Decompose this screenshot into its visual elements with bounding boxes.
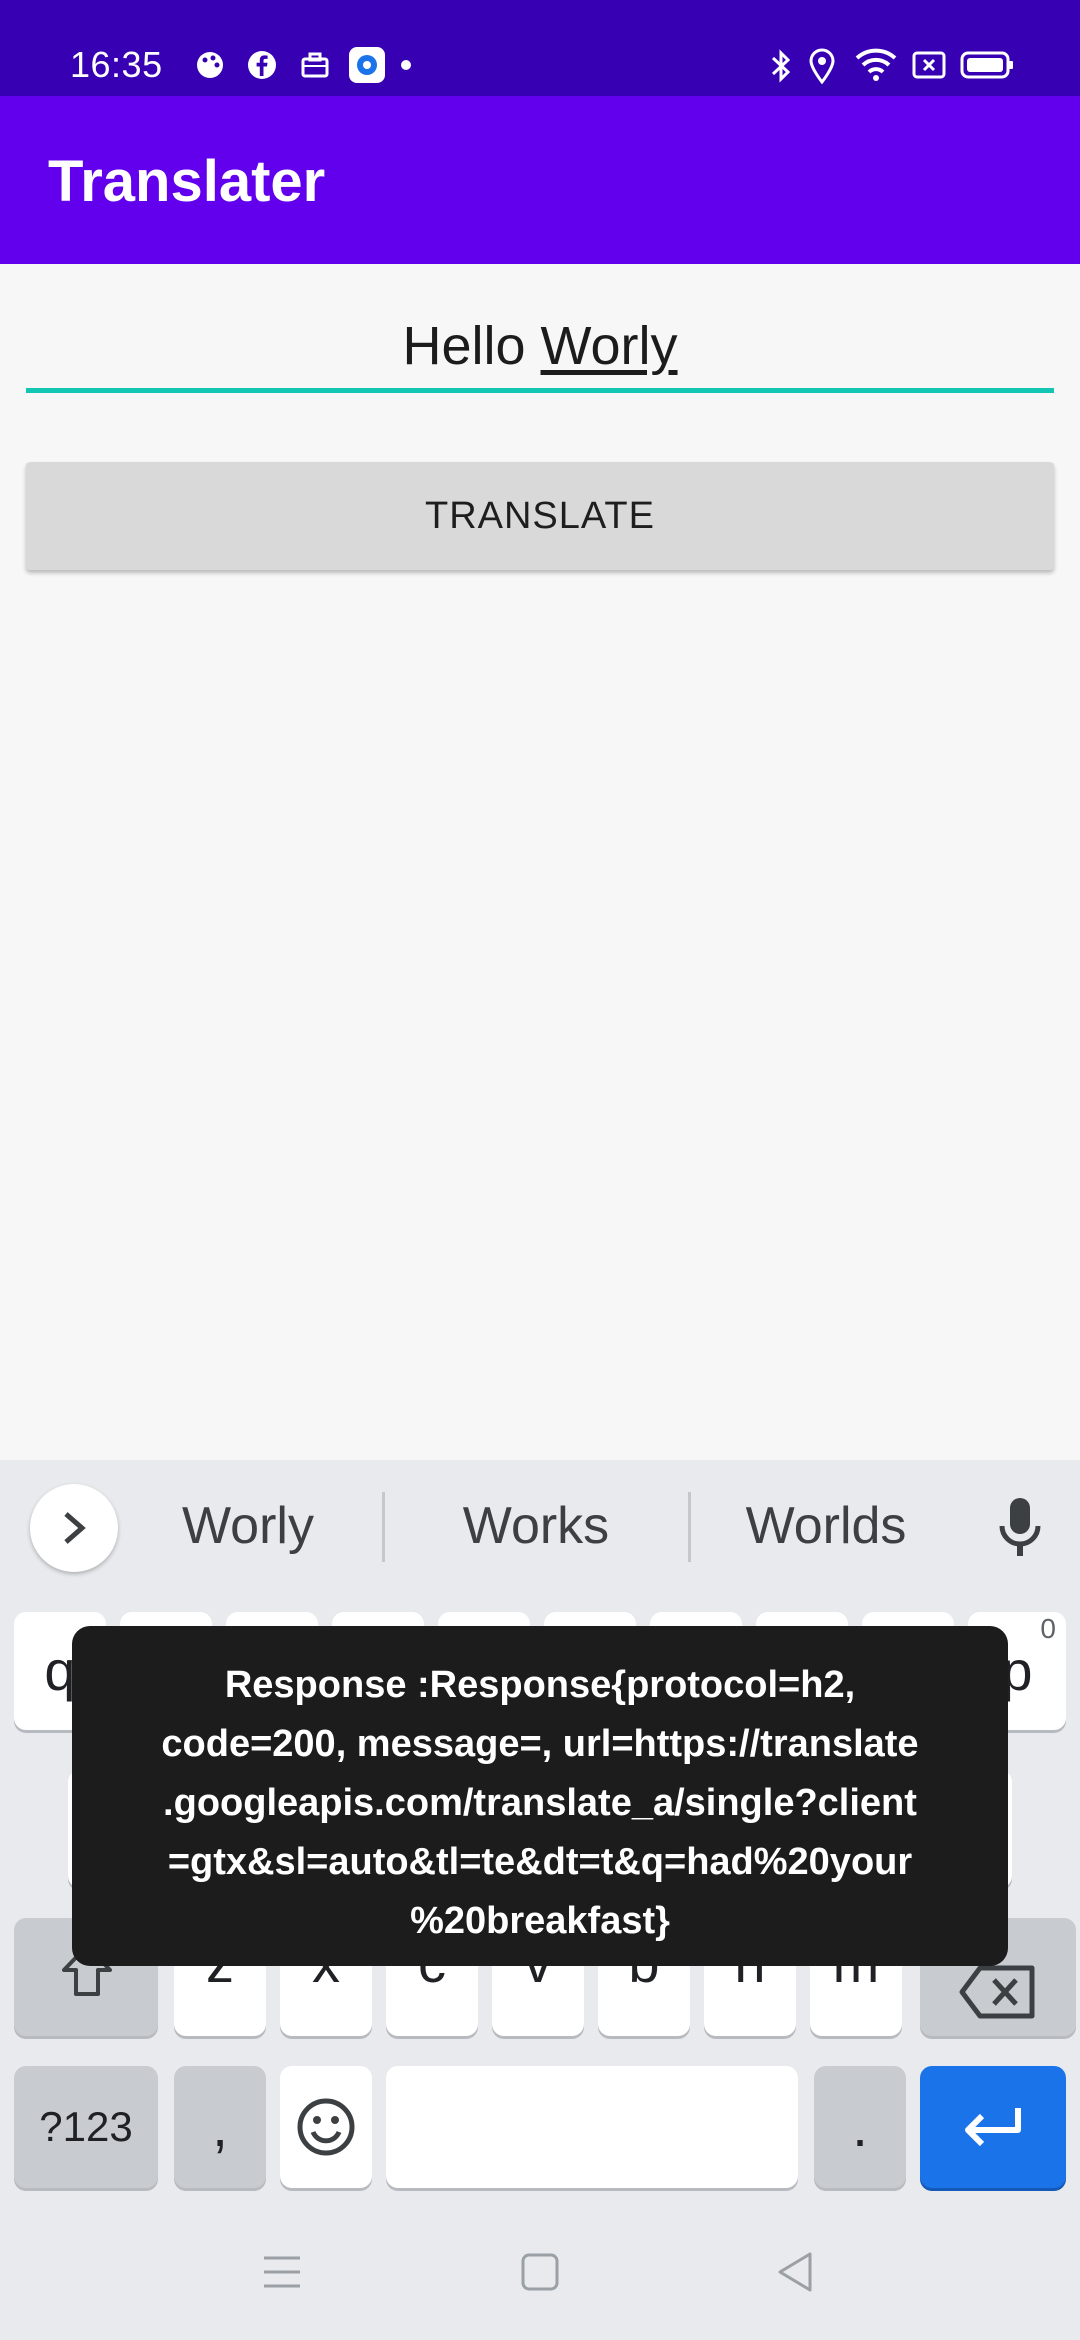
symbols-key[interactable]: ?123 bbox=[14, 2066, 158, 2188]
input-underlined-word: Worly bbox=[540, 316, 678, 376]
facebook-icon bbox=[248, 51, 276, 79]
microphone-icon[interactable] bbox=[996, 1496, 1044, 1560]
app-notification-icon bbox=[349, 47, 385, 83]
suggestion-2[interactable]: Works bbox=[416, 1496, 656, 1556]
status-bar: 16:35 bbox=[0, 0, 1080, 96]
emoji-icon bbox=[297, 2098, 355, 2156]
wifi-icon bbox=[855, 48, 897, 81]
chevron-right-icon bbox=[64, 1512, 86, 1544]
input-prefix: Hello bbox=[402, 316, 541, 376]
enter-key[interactable] bbox=[920, 2066, 1066, 2188]
emoji-key[interactable] bbox=[280, 2066, 372, 2188]
toast-line: =gtx&sl=auto&tl=te&dt=t&q=had%20your bbox=[167, 1841, 913, 1883]
toast-line: code=200, message=, url=https://translat… bbox=[161, 1723, 919, 1765]
suggestion-divider bbox=[688, 1492, 691, 1562]
app-title: Translater bbox=[48, 149, 326, 214]
translate-button[interactable]: TRANSLATE bbox=[26, 462, 1054, 570]
backspace-icon bbox=[959, 1965, 1035, 2019]
toast-line: Response :Response{protocol=h2, bbox=[224, 1664, 856, 1706]
response-toast: Response :Response{protocol=h2, code=200… bbox=[72, 1626, 1008, 1966]
sim-icon bbox=[912, 51, 946, 79]
period-key[interactable]: . bbox=[814, 2066, 906, 2188]
space-key[interactable] bbox=[386, 2066, 798, 2188]
text-input[interactable]: Hello Worly bbox=[26, 300, 1054, 392]
home-nav-icon[interactable] bbox=[520, 2252, 560, 2292]
suggestion-divider bbox=[382, 1492, 385, 1562]
battery-icon bbox=[960, 51, 1013, 79]
text-input-underline bbox=[26, 388, 1054, 393]
enter-arrow-icon bbox=[965, 2108, 1021, 2147]
toast-line: %20breakfast} bbox=[410, 1900, 670, 1942]
key-p-hint: 0 bbox=[1040, 1613, 1056, 1644]
bluetooth-icon bbox=[771, 49, 791, 83]
comma-key[interactable]: , bbox=[174, 2066, 266, 2188]
app-bar: Translater bbox=[0, 96, 1080, 264]
status-time: 16:35 bbox=[70, 44, 163, 85]
menu-nav-icon[interactable] bbox=[262, 2252, 302, 2292]
briefcase-icon bbox=[301, 52, 329, 78]
text-input-value[interactable]: Hello Worly bbox=[26, 300, 1054, 392]
key-q-label: q bbox=[44, 1639, 76, 1702]
location-icon bbox=[809, 48, 835, 84]
palette-icon bbox=[197, 52, 223, 78]
navigation-bar bbox=[0, 2210, 1080, 2340]
suggestion-3[interactable]: Worlds bbox=[706, 1496, 946, 1556]
dot-icon bbox=[401, 60, 411, 70]
toast-line: .googleapis.com/translate_a/single?clien… bbox=[163, 1782, 917, 1824]
suggestion-1[interactable]: Worly bbox=[128, 1496, 368, 1556]
back-nav-icon[interactable] bbox=[776, 2250, 816, 2294]
keyboard-expand-button[interactable] bbox=[30, 1484, 118, 1572]
